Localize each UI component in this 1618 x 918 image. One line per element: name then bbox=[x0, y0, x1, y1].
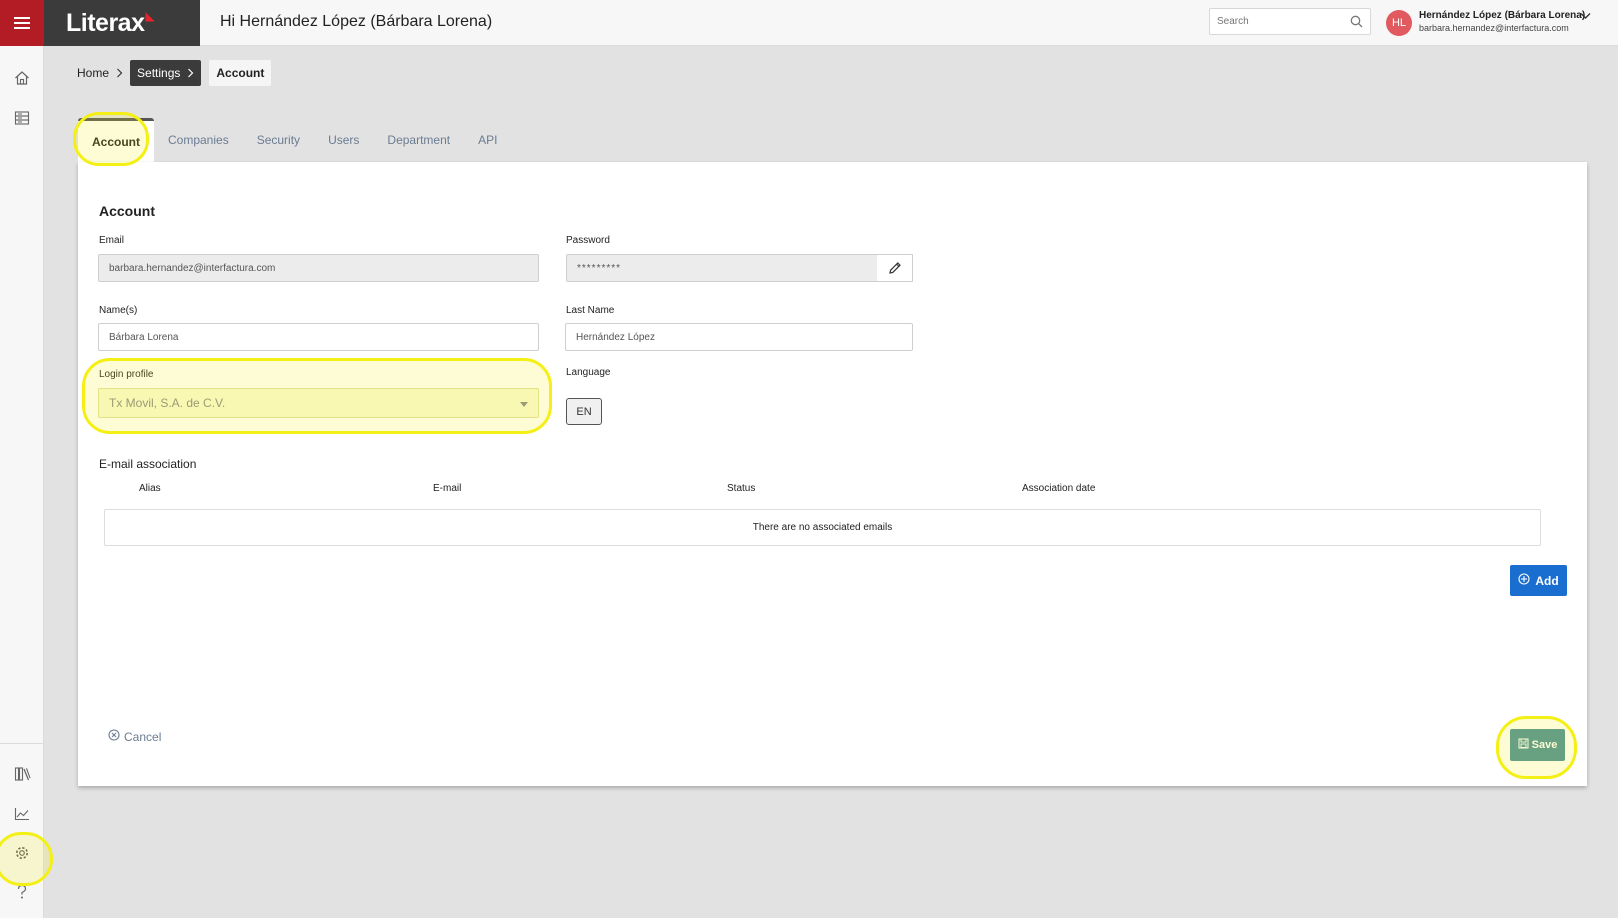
email-association-title: E-mail association bbox=[99, 457, 197, 471]
rail-help[interactable] bbox=[8, 878, 36, 906]
close-circle-icon bbox=[108, 729, 120, 744]
logo[interactable]: Literax ◣ bbox=[44, 0, 200, 46]
last-name-label: Last Name bbox=[566, 305, 615, 316]
add-button-label: Add bbox=[1535, 573, 1559, 588]
tab-users[interactable]: Users bbox=[314, 118, 373, 162]
language-label: Language bbox=[566, 367, 611, 378]
gear-icon bbox=[16, 847, 28, 859]
login-profile-select[interactable]: Tx Movil, S.A. de C.V. bbox=[98, 388, 539, 418]
cancel-button[interactable]: Cancel bbox=[108, 729, 161, 744]
floppy-icon bbox=[1518, 738, 1529, 752]
email-label: Email bbox=[99, 235, 125, 246]
last-name-field[interactable]: Hernández López bbox=[565, 323, 913, 351]
user-name[interactable]: Hernández López (Bárbara Lorena) bbox=[1419, 10, 1585, 21]
pencil-icon bbox=[888, 262, 901, 274]
chart-icon bbox=[14, 808, 29, 821]
column-alias: Alias bbox=[139, 483, 161, 494]
chevron-down-icon[interactable] bbox=[1580, 12, 1591, 20]
avatar[interactable]: HL bbox=[1386, 10, 1412, 36]
chevron-right-icon bbox=[188, 68, 194, 77]
rail-divider bbox=[0, 743, 44, 744]
login-profile-label: Login profile bbox=[99, 369, 154, 380]
cancel-button-label: Cancel bbox=[124, 729, 162, 744]
login-profile-value: Tx Movil, S.A. de C.V. bbox=[109, 396, 226, 410]
rail-reports[interactable] bbox=[8, 800, 36, 828]
tab-department[interactable]: Department bbox=[373, 118, 464, 162]
edit-password-button[interactable] bbox=[877, 254, 913, 282]
rail-documents[interactable] bbox=[8, 104, 36, 132]
tab-api[interactable]: API bbox=[464, 118, 511, 162]
language-button[interactable]: EN bbox=[566, 398, 602, 425]
menu-button[interactable] bbox=[0, 0, 44, 46]
rail-home[interactable] bbox=[8, 64, 36, 92]
password-label: Password bbox=[566, 235, 610, 246]
caret-down-icon bbox=[520, 402, 528, 407]
top-bar: Literax ◣ Hi Hernández López (Bárbara Lo… bbox=[0, 0, 1618, 46]
column-status: Status bbox=[727, 483, 756, 494]
section-title: Account bbox=[99, 203, 155, 219]
names-label: Name(s) bbox=[99, 305, 138, 316]
breadcrumb-settings[interactable]: Settings bbox=[130, 59, 202, 86]
plus-circle-icon bbox=[1518, 573, 1530, 588]
breadcrumb-account: Account bbox=[209, 59, 272, 86]
column-email: E-mail bbox=[433, 483, 462, 494]
save-button-label: Save bbox=[1531, 739, 1558, 751]
column-association-date: Association date bbox=[1022, 483, 1096, 494]
add-button[interactable]: Add bbox=[1510, 565, 1567, 596]
library-icon bbox=[14, 767, 31, 781]
search-icon[interactable] bbox=[1350, 15, 1363, 28]
empty-table-message: There are no associated emails bbox=[104, 509, 1541, 546]
home-icon bbox=[15, 71, 29, 85]
logo-mark-icon: ◣ bbox=[145, 9, 155, 23]
names-field[interactable]: Bárbara Lorena bbox=[98, 323, 539, 351]
breadcrumb-home-label: Home bbox=[77, 65, 110, 80]
side-rail bbox=[0, 46, 44, 918]
save-button[interactable]: Save bbox=[1510, 729, 1565, 761]
breadcrumb: Home Settings Account bbox=[70, 59, 272, 86]
tab-account[interactable]: Account bbox=[78, 118, 154, 162]
breadcrumb-home[interactable]: Home bbox=[70, 60, 130, 86]
greeting: Hi Hernández López (Bárbara Lorena) bbox=[220, 13, 493, 30]
account-card: Account Email barbara.hernandez@interfac… bbox=[78, 162, 1587, 786]
user-email: barbara.hernandez@interfactura.com bbox=[1419, 23, 1569, 33]
breadcrumb-settings-label: Settings bbox=[137, 65, 181, 80]
rail-settings[interactable] bbox=[8, 839, 36, 867]
search-input[interactable] bbox=[1210, 9, 1340, 34]
logo-text: Literax bbox=[66, 8, 145, 37]
rail-library[interactable] bbox=[8, 760, 36, 788]
email-field[interactable]: barbara.hernandez@interfactura.com bbox=[98, 254, 539, 282]
chevron-right-icon bbox=[117, 68, 123, 77]
tab-security[interactable]: Security bbox=[243, 118, 314, 162]
help-icon bbox=[17, 884, 27, 899]
search-box[interactable] bbox=[1209, 8, 1371, 35]
settings-tabs: Account Companies Security Users Departm… bbox=[78, 118, 511, 162]
documents-icon bbox=[14, 111, 30, 125]
tab-companies[interactable]: Companies bbox=[154, 118, 243, 162]
password-field[interactable]: ********* bbox=[566, 254, 878, 282]
hamburger-icon bbox=[14, 17, 30, 29]
